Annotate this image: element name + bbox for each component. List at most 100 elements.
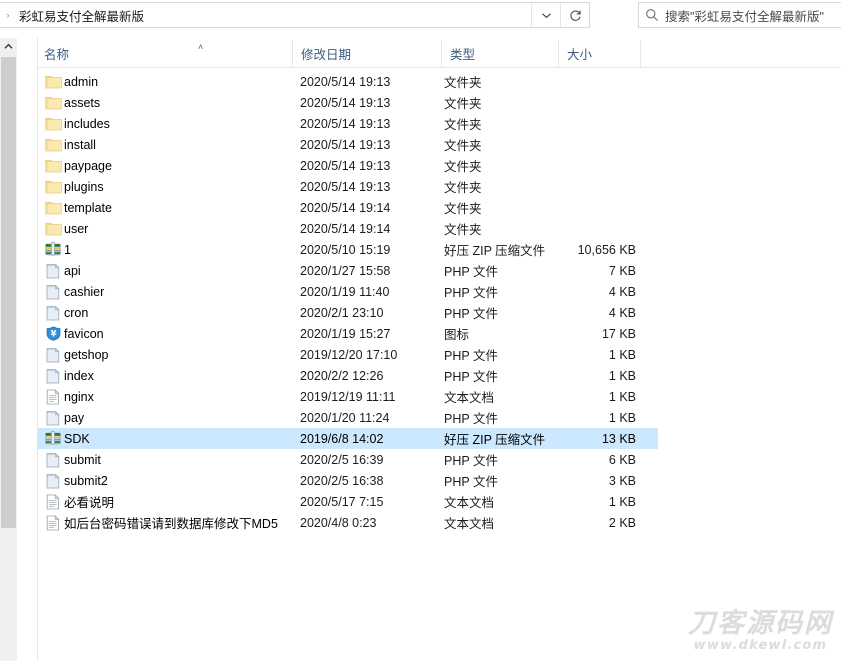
- file-name: submit2: [64, 474, 292, 488]
- refresh-button[interactable]: [560, 3, 589, 27]
- folder-icon: [45, 159, 62, 173]
- file-size: 7 KB: [558, 264, 636, 278]
- folder-icon: [45, 201, 62, 215]
- file-row[interactable]: SDK2019/6/8 14:02好压 ZIP 压缩文件13 KB: [38, 428, 658, 449]
- column-header-spacer: [640, 40, 658, 67]
- text-file-icon: [46, 494, 60, 510]
- breadcrumb-current-folder[interactable]: 彩虹易支付全解最新版: [16, 6, 144, 25]
- file-name: template: [64, 201, 292, 215]
- php-icon: [44, 472, 62, 490]
- folder-icon: [45, 75, 62, 89]
- favicon-icon: ¥: [44, 325, 62, 343]
- column-header-date-label: 修改日期: [301, 44, 351, 63]
- sort-ascending-icon: ˄: [198, 43, 203, 52]
- text-icon: [44, 493, 62, 511]
- file-date-modified: 2020/5/14 19:13: [300, 138, 445, 152]
- file-name: SDK: [64, 432, 292, 446]
- file-row[interactable]: paypage2020/5/14 19:13文件夹: [38, 155, 658, 176]
- file-row[interactable]: api2020/1/27 15:58PHP 文件7 KB: [38, 260, 658, 281]
- file-date-modified: 2020/5/14 19:13: [300, 75, 445, 89]
- column-header-name[interactable]: 名称 ˄: [38, 40, 292, 67]
- address-history-dropdown-button[interactable]: [531, 3, 560, 27]
- file-type: PHP 文件: [444, 450, 559, 469]
- file-date-modified: 2019/12/20 17:10: [300, 348, 445, 362]
- column-header-date-modified[interactable]: 修改日期: [292, 40, 441, 67]
- explorer-toolbar: › 彩虹易支付全解最新版 搜索"彩虹易支付全解最新版": [0, 0, 841, 32]
- zip-icon: [44, 430, 62, 448]
- text-file-icon: [46, 389, 60, 405]
- file-row[interactable]: 12020/5/10 15:19好压 ZIP 压缩文件10,656 KB: [38, 239, 658, 260]
- file-date-modified: 2020/1/19 11:40: [300, 285, 445, 299]
- php-file-icon: [46, 305, 60, 321]
- file-type: 文本文档: [444, 492, 559, 511]
- watermark: 刀客源码网 www.dkewl.com: [688, 610, 833, 653]
- folder-icon: [44, 199, 62, 217]
- scroll-up-button[interactable]: [0, 38, 17, 55]
- file-type: PHP 文件: [444, 471, 559, 490]
- php-file-icon: [46, 452, 60, 468]
- file-row[interactable]: admin2020/5/14 19:13文件夹: [38, 71, 658, 92]
- file-row[interactable]: cashier2020/1/19 11:40PHP 文件4 KB: [38, 281, 658, 302]
- file-date-modified: 2019/12/19 11:11: [300, 390, 445, 404]
- file-row[interactable]: submit2020/2/5 16:39PHP 文件6 KB: [38, 449, 658, 470]
- column-header-size[interactable]: 大小: [558, 40, 640, 67]
- text-icon: [44, 514, 62, 532]
- file-size: 1 KB: [558, 411, 636, 425]
- file-type: 文件夹: [444, 135, 559, 154]
- php-icon: [44, 346, 62, 364]
- watermark-site-name: 刀客源码网: [688, 610, 833, 638]
- column-header-row: 名称 ˄ 修改日期 类型 大小: [38, 40, 841, 68]
- text-file-icon: [46, 515, 60, 531]
- column-header-type[interactable]: 类型: [441, 40, 558, 67]
- zip-icon: [45, 431, 61, 446]
- chevron-down-icon: [541, 10, 552, 21]
- file-type: 好压 ZIP 压缩文件: [444, 429, 559, 448]
- search-box[interactable]: 搜索"彩虹易支付全解最新版": [638, 2, 841, 28]
- file-date-modified: 2019/6/8 14:02: [300, 432, 445, 446]
- file-date-modified: 2020/2/1 23:10: [300, 306, 445, 320]
- file-size: 10,656 KB: [558, 243, 636, 257]
- file-name: index: [64, 369, 292, 383]
- folder-icon: [44, 115, 62, 133]
- file-row[interactable]: plugins2020/5/14 19:13文件夹: [38, 176, 658, 197]
- file-date-modified: 2020/5/17 7:15: [300, 495, 445, 509]
- file-row[interactable]: pay2020/1/20 11:24PHP 文件1 KB: [38, 407, 658, 428]
- file-row[interactable]: user2020/5/14 19:14文件夹: [38, 218, 658, 239]
- file-date-modified: 2020/5/14 19:13: [300, 96, 445, 110]
- file-row[interactable]: assets2020/5/14 19:13文件夹: [38, 92, 658, 113]
- file-row[interactable]: 必看说明2020/5/17 7:15文本文档1 KB: [38, 491, 658, 512]
- file-row[interactable]: submit22020/2/5 16:38PHP 文件3 KB: [38, 470, 658, 491]
- file-row[interactable]: cron2020/2/1 23:10PHP 文件4 KB: [38, 302, 658, 323]
- php-file-icon: [46, 284, 60, 300]
- php-file-icon: [46, 473, 60, 489]
- folder-icon: [45, 222, 62, 236]
- zip-icon: [44, 241, 62, 259]
- file-type: 文本文档: [444, 513, 559, 532]
- file-row[interactable]: includes2020/5/14 19:13文件夹: [38, 113, 658, 134]
- file-date-modified: 2020/2/2 12:26: [300, 369, 445, 383]
- file-date-modified: 2020/5/14 19:13: [300, 117, 445, 131]
- file-row[interactable]: index2020/2/2 12:26PHP 文件1 KB: [38, 365, 658, 386]
- file-row[interactable]: ¥favicon2020/1/19 15:27图标17 KB: [38, 323, 658, 344]
- file-type: PHP 文件: [444, 282, 559, 301]
- folder-icon: [44, 136, 62, 154]
- file-row[interactable]: getshop2019/12/20 17:10PHP 文件1 KB: [38, 344, 658, 365]
- folder-icon: [45, 96, 62, 110]
- address-bar[interactable]: › 彩虹易支付全解最新版: [0, 2, 590, 28]
- file-type: 图标: [444, 324, 559, 343]
- file-row[interactable]: template2020/5/14 19:14文件夹: [38, 197, 658, 218]
- breadcrumb-chevron-icon[interactable]: ›: [0, 10, 16, 20]
- navigation-pane-scrollbar[interactable]: [0, 38, 17, 661]
- file-row[interactable]: install2020/5/14 19:13文件夹: [38, 134, 658, 155]
- file-type: 文件夹: [444, 219, 559, 238]
- file-size: 6 KB: [558, 453, 636, 467]
- search-input[interactable]: 搜索"彩虹易支付全解最新版": [665, 6, 824, 25]
- folder-icon: [44, 157, 62, 175]
- watermark-site-url: www.dkewl.com: [688, 638, 833, 653]
- file-name: api: [64, 264, 292, 278]
- file-name: submit: [64, 453, 292, 467]
- scrollbar-thumb[interactable]: [1, 57, 16, 528]
- file-row[interactable]: nginx2019/12/19 11:11文本文档1 KB: [38, 386, 658, 407]
- file-row[interactable]: 如后台密码错误请到数据库修改下MD52020/4/8 0:23文本文档2 KB: [38, 512, 658, 533]
- file-list[interactable]: admin2020/5/14 19:13文件夹assets2020/5/14 1…: [38, 71, 841, 631]
